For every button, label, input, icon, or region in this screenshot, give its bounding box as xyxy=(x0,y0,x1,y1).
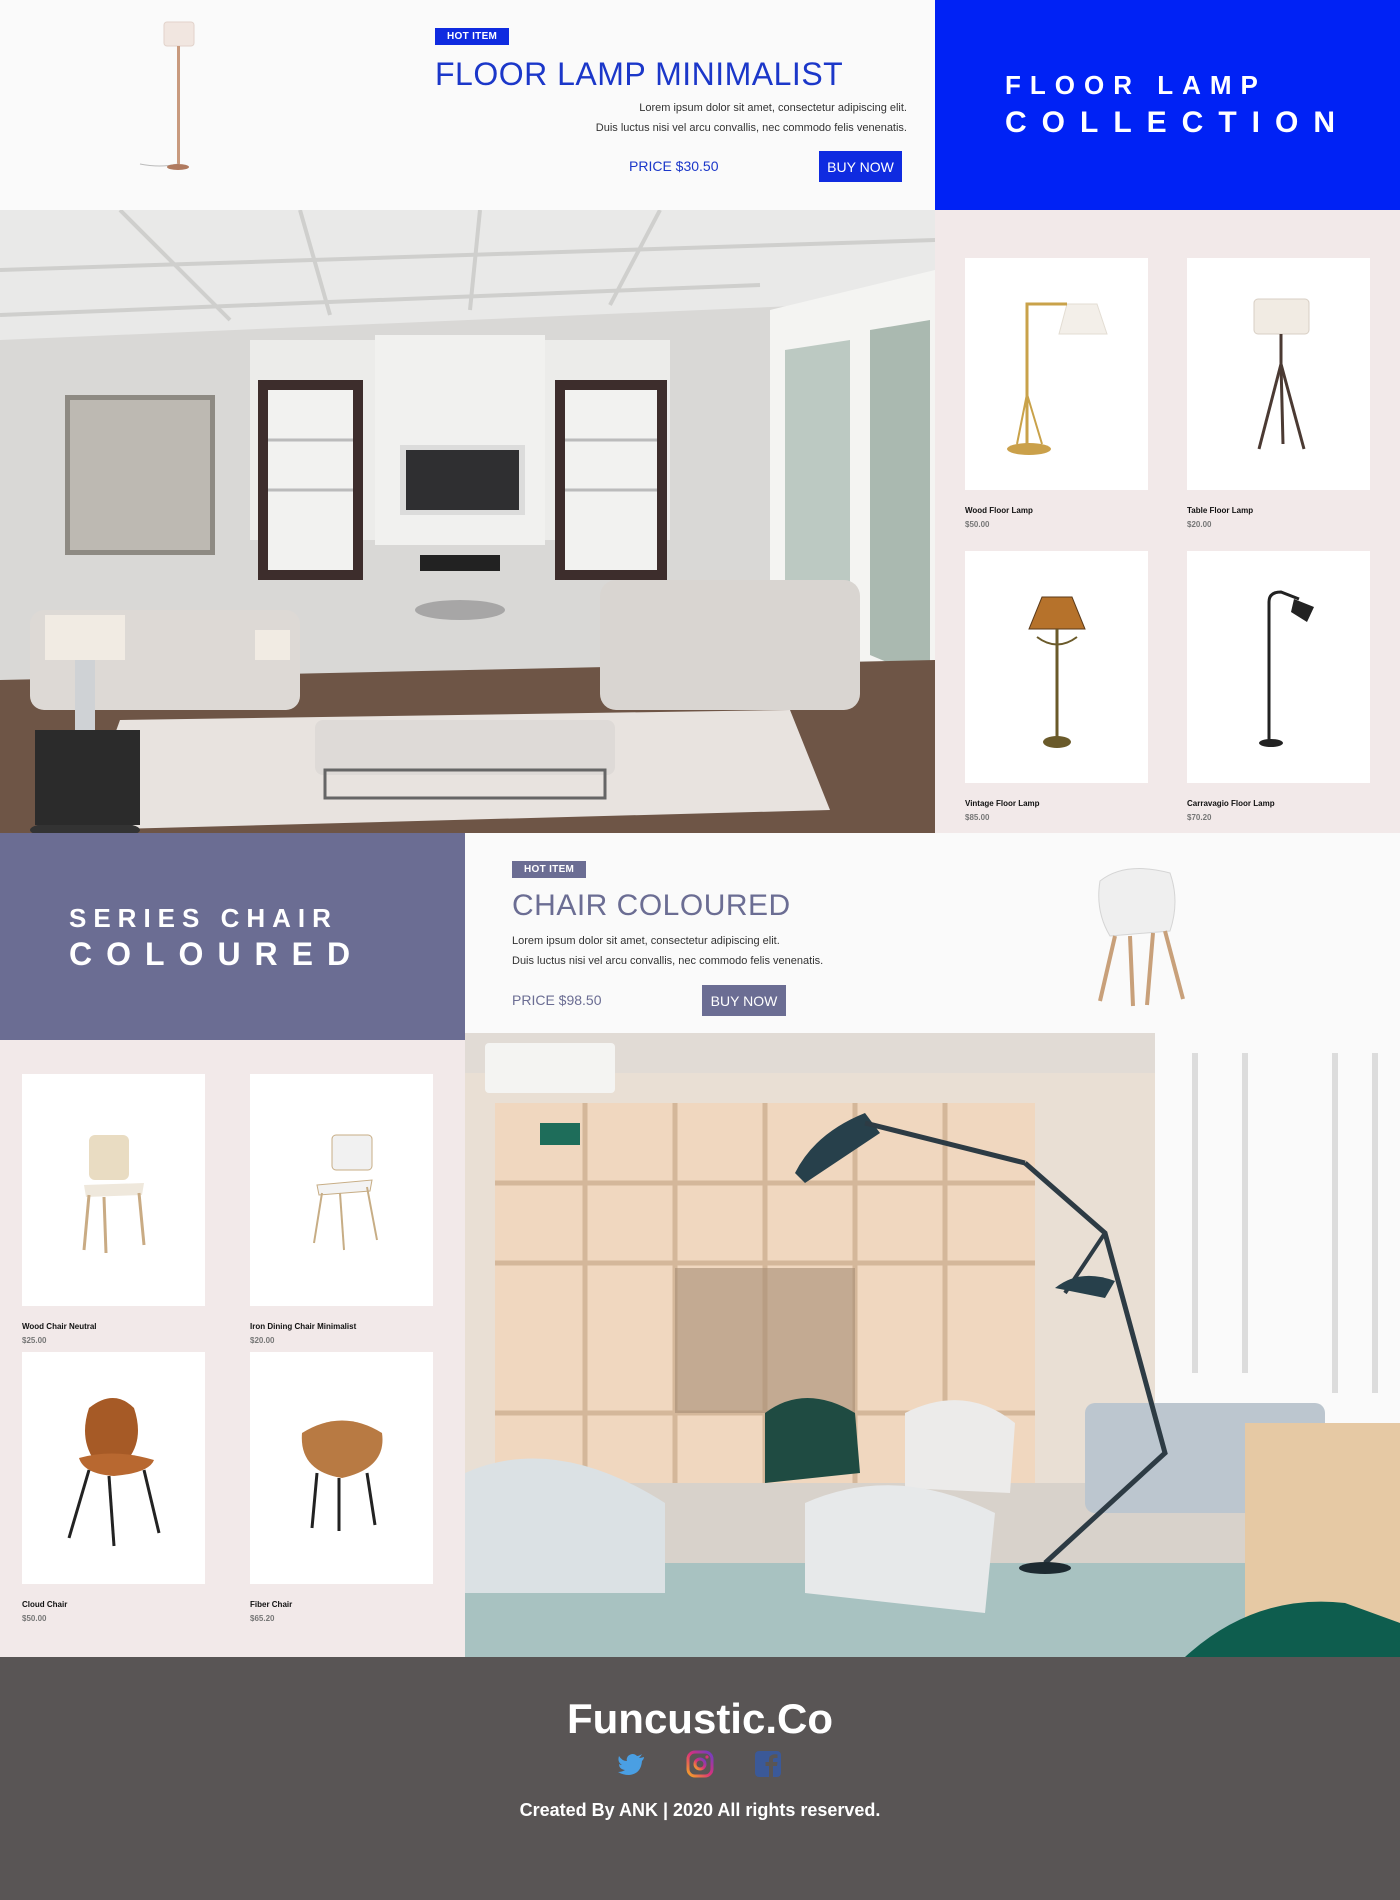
banner-title-line1: SERIES CHAIR xyxy=(69,903,338,933)
product-description: Lorem ipsum dolor sit amet, consectetur … xyxy=(387,98,907,138)
product-card[interactable]: Fiber Chair $65.20 xyxy=(250,1352,433,1623)
lamp-hero: HOT ITEM FLOOR LAMP MINIMALIST Lorem ips… xyxy=(0,0,935,210)
product-name[interactable]: Table Floor Lamp xyxy=(1187,506,1370,515)
social-links xyxy=(0,1749,1400,1779)
product-price: PRICE $98.50 xyxy=(512,992,602,1008)
product-name[interactable]: Cloud Chair xyxy=(22,1600,205,1609)
wood-chair-neutral-image[interactable] xyxy=(22,1074,205,1306)
product-card[interactable]: Vintage Floor Lamp $85.00 xyxy=(965,551,1148,822)
product-title: CHAIR COLOURED xyxy=(512,889,791,922)
description-line: Lorem ipsum dolor sit amet, consectetur … xyxy=(639,102,907,114)
product-card[interactable]: Table Floor Lamp $20.00 xyxy=(1187,258,1370,529)
product-card[interactable]: Carravagio Floor Lamp $70.20 xyxy=(1187,551,1370,822)
banner-title-line2: COLLECTION xyxy=(1005,106,1350,139)
buy-now-button[interactable]: BUY NOW xyxy=(702,985,786,1016)
buy-now-button[interactable]: BUY NOW xyxy=(819,151,902,182)
instagram-icon[interactable] xyxy=(685,1749,715,1779)
chair-coloured-image xyxy=(1098,868,1185,1007)
product-price: $85.00 xyxy=(965,813,990,822)
banner-title-line1: FLOOR LAMP xyxy=(1005,70,1267,100)
product-card[interactable]: Cloud Chair $50.00 xyxy=(22,1352,205,1623)
lamp-product-grid: Wood Floor Lamp $50.00 Table Floor Lamp … xyxy=(935,210,1400,833)
description-line: Duis luctus nisi vel arcu convallis, nec… xyxy=(595,122,907,134)
description-line: Lorem ipsum dolor sit amet, consectetur … xyxy=(512,935,780,947)
facebook-icon[interactable] xyxy=(753,1749,783,1779)
product-price: $20.00 xyxy=(250,1336,275,1345)
vintage-floor-lamp-image[interactable] xyxy=(965,551,1148,783)
product-description: Lorem ipsum dolor sit amet, consectetur … xyxy=(512,931,1032,971)
series-chair-banner: SERIES CHAIR COLOURED xyxy=(0,833,465,1040)
floor-lamp-collection-banner: FLOOR LAMP COLLECTION xyxy=(935,0,1400,210)
product-card[interactable]: Wood Chair Neutral $25.00 xyxy=(22,1074,205,1345)
product-name[interactable]: Fiber Chair xyxy=(250,1600,433,1609)
product-price: $70.20 xyxy=(1187,813,1212,822)
description-line: Duis luctus nisi vel arcu convallis, nec… xyxy=(512,955,824,967)
product-price: PRICE $30.50 xyxy=(629,158,719,174)
product-name[interactable]: Carravagio Floor Lamp xyxy=(1187,799,1370,808)
product-name[interactable]: Wood Floor Lamp xyxy=(965,506,1148,515)
cloud-chair-image[interactable] xyxy=(22,1352,205,1584)
banner-title-line2: COLOURED xyxy=(69,936,365,972)
product-price: $65.20 xyxy=(250,1614,275,1623)
carravagio-floor-lamp-image[interactable] xyxy=(1187,551,1370,783)
product-card[interactable]: Wood Floor Lamp $50.00 xyxy=(965,258,1148,529)
floor-lamp-minimalist-image xyxy=(139,21,195,170)
product-name[interactable]: Vintage Floor Lamp xyxy=(965,799,1148,808)
product-card[interactable]: Iron Dining Chair Minimalist $20.00 xyxy=(250,1074,433,1345)
product-price: $50.00 xyxy=(965,520,990,529)
product-price: $50.00 xyxy=(22,1614,47,1623)
lounge-photo xyxy=(465,1033,1400,1657)
product-name[interactable]: Iron Dining Chair Minimalist xyxy=(250,1322,433,1331)
hot-item-badge: HOT ITEM xyxy=(435,28,510,45)
wood-floor-lamp-image[interactable] xyxy=(965,258,1148,490)
copyright-text: Created By ANK | 2020 All rights reserve… xyxy=(519,1800,881,1820)
fiber-chair-image[interactable] xyxy=(250,1352,433,1584)
product-title: FLOOR LAMP MINIMALIST xyxy=(435,56,844,92)
hot-item-badge: HOT ITEM xyxy=(512,861,587,878)
footer: Funcustic.Co Created By ANK | 2020 All r… xyxy=(0,1657,1400,1900)
living-room-photo xyxy=(0,210,935,833)
iron-dining-chair-minimalist-image[interactable] xyxy=(250,1074,433,1306)
twitter-icon[interactable] xyxy=(617,1749,647,1779)
product-price: $20.00 xyxy=(1187,520,1212,529)
chair-hero: HOT ITEM CHAIR COLOURED Lorem ipsum dolo… xyxy=(465,833,1400,1033)
brand-name: Funcustic.Co xyxy=(566,1695,833,1742)
product-name[interactable]: Wood Chair Neutral xyxy=(22,1322,205,1331)
chair-product-grid: Wood Chair Neutral $25.00 Iron Dining Ch… xyxy=(0,1040,465,1657)
table-floor-lamp-image[interactable] xyxy=(1187,258,1370,490)
product-price: $25.00 xyxy=(22,1336,47,1345)
